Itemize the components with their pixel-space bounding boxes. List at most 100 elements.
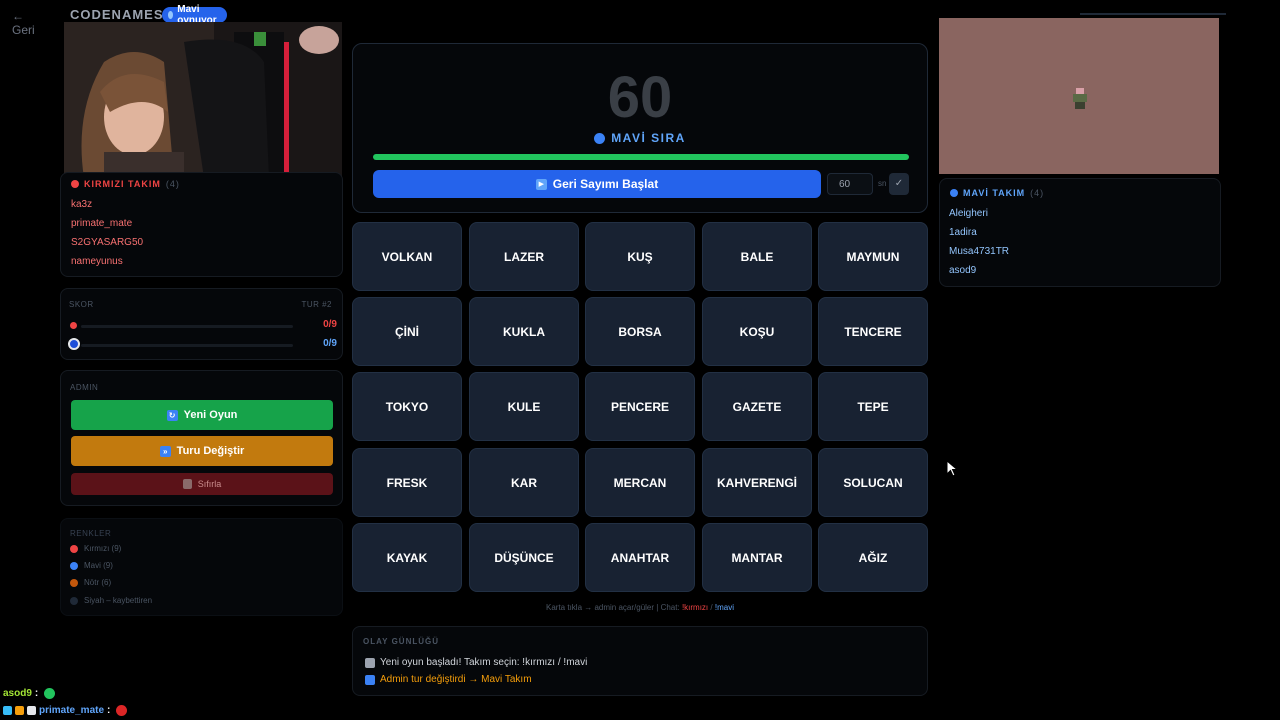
switch-turn-button[interactable]: » Turu Değiştir bbox=[71, 436, 333, 466]
hint-blue-command: !mavi bbox=[714, 603, 734, 612]
word-card[interactable]: TEPE bbox=[818, 372, 928, 441]
admin-panel: ADMIN ↻ Yeni Oyun » Turu Değiştir Sıfırl… bbox=[60, 370, 343, 506]
countdown-display: 60 bbox=[607, 65, 673, 130]
word-card[interactable]: FRESK bbox=[352, 448, 462, 517]
word-card[interactable]: KUŞ bbox=[585, 222, 695, 291]
instructions-hint: Karta tıkla → admin açar/güler | Chat: !… bbox=[352, 603, 928, 612]
red-team-header: KIRMIZI TAKIM (4) bbox=[71, 179, 180, 189]
top-right-divider bbox=[1080, 13, 1226, 15]
fast-forward-icon: » bbox=[159, 445, 171, 457]
seconds-unit: sn bbox=[878, 179, 887, 188]
blue-dot-icon bbox=[70, 561, 78, 570]
chat-message: primate_mate : bbox=[3, 705, 128, 716]
switch-turn-label: Turu Değiştir bbox=[176, 445, 245, 457]
word-card[interactable]: KUKLA bbox=[469, 297, 579, 366]
turn-indicator-label: MAVİ SIRA bbox=[611, 131, 686, 145]
team-member: S2GYASARG50 bbox=[71, 237, 144, 248]
team-member: Musa4731TR bbox=[949, 246, 1010, 257]
word-card[interactable]: AĞIZ bbox=[818, 523, 928, 592]
badge-icon bbox=[27, 706, 36, 715]
word-card[interactable]: PENCERE bbox=[585, 372, 695, 441]
log-entry-text: Yeni oyun başladı! Takım seçin: !kırmızı… bbox=[380, 657, 588, 668]
red-team-title: KIRMIZI TAKIM bbox=[84, 179, 161, 189]
timer-panel: 60 MAVİ SIRA ▶ Geri Sayımı Başlat sn ✓ bbox=[352, 43, 928, 213]
word-card[interactable]: MERCAN bbox=[585, 448, 695, 517]
badge-icon bbox=[3, 706, 12, 715]
red-team-members: ka3z primate_mate S2GYASARG50 nameyunus bbox=[71, 195, 143, 271]
chat-message: asod9 : bbox=[3, 688, 56, 699]
hint-text: Karta tıkla → admin açar/güler | Chat: bbox=[546, 603, 680, 612]
word-card[interactable]: VOLKAN bbox=[352, 222, 462, 291]
word-card[interactable]: MANTAR bbox=[702, 523, 812, 592]
word-card[interactable]: TOKYO bbox=[352, 372, 462, 441]
refresh-icon: ↻ bbox=[166, 409, 178, 421]
new-game-button[interactable]: ↻ Yeni Oyun bbox=[71, 400, 333, 430]
log-entry: Yeni oyun başladı! Takım seçin: !kırmızı… bbox=[365, 657, 587, 668]
badge-icon bbox=[15, 706, 24, 715]
word-card[interactable]: GAZETE bbox=[702, 372, 812, 441]
word-card[interactable]: KAHVERENGİ bbox=[702, 448, 812, 517]
team-member: Aleigheri bbox=[949, 208, 988, 219]
word-card[interactable]: ÇİNİ bbox=[352, 297, 462, 366]
blue-team-members: Aleigheri 1adira Musa4731TR asod9 bbox=[949, 204, 1009, 280]
team-member: nameyunus bbox=[71, 256, 123, 267]
color-legend-panel: RENKLER Kırmızı (9) Mavi (9) Nötr (6) Si… bbox=[60, 518, 343, 616]
legend-item-label: Nötr (6) bbox=[84, 578, 112, 587]
turn-indicator: MAVİ SIRA bbox=[353, 131, 927, 145]
mouse-cursor-icon bbox=[946, 460, 958, 477]
word-card[interactable]: LAZER bbox=[469, 222, 579, 291]
word-card[interactable]: KULE bbox=[469, 372, 579, 441]
hint-red-command: !kırmızı bbox=[681, 603, 709, 612]
blue-team-title: MAVİ TAKIM bbox=[963, 188, 1026, 198]
word-card[interactable]: MAYMUN bbox=[818, 222, 928, 291]
legend-label: RENKLER bbox=[70, 529, 112, 538]
legend-item-label: Mavi (9) bbox=[84, 561, 113, 570]
word-card[interactable]: BALE bbox=[702, 222, 812, 291]
blue-dot-icon bbox=[950, 189, 958, 197]
webcam-overlay-right bbox=[939, 18, 1219, 174]
word-card[interactable]: TENCERE bbox=[818, 297, 928, 366]
log-entry-text: Admin tur değiştirdi → Mavi Takım bbox=[380, 674, 532, 685]
countdown-progress-bar bbox=[373, 154, 909, 160]
hint-separator: / bbox=[710, 603, 713, 612]
word-card[interactable]: ANAHTAR bbox=[585, 523, 695, 592]
word-card[interactable]: KAR bbox=[469, 448, 579, 517]
red-score-bar bbox=[81, 325, 293, 328]
red-score-value: 0/9 bbox=[323, 319, 337, 330]
chat-username: asod9 bbox=[3, 688, 32, 699]
start-countdown-button[interactable]: ▶ Geri Sayımı Başlat bbox=[373, 170, 821, 198]
blue-team-header: MAVİ TAKIM (4) bbox=[950, 188, 1044, 198]
play-icon: ▶ bbox=[535, 178, 547, 190]
red-dot-icon bbox=[71, 180, 79, 188]
character-sprite-icon bbox=[1073, 88, 1087, 109]
legend-item-neutral: Nötr (6) bbox=[70, 578, 111, 587]
round-label: TUR #2 bbox=[301, 300, 332, 309]
back-link[interactable]: ← Geri bbox=[12, 9, 35, 37]
word-card[interactable]: KAYAK bbox=[352, 523, 462, 592]
blue-team-panel: MAVİ TAKIM (4) Aleigheri 1adira Musa4731… bbox=[939, 178, 1221, 287]
confirm-seconds-button[interactable]: ✓ bbox=[889, 173, 909, 195]
word-card[interactable]: BORSA bbox=[585, 297, 695, 366]
turn-status-badge: Mavi oynuyor bbox=[162, 4, 228, 26]
blue-dot-icon bbox=[168, 11, 174, 19]
blue-score-value: 0/9 bbox=[323, 338, 337, 349]
team-member: primate_mate bbox=[71, 218, 133, 229]
legend-item-red: Kırmızı (9) bbox=[70, 544, 121, 553]
orange-dot-icon bbox=[70, 578, 78, 587]
word-card[interactable]: SOLUCAN bbox=[818, 448, 928, 517]
word-card[interactable]: DÜŞÜNCE bbox=[469, 523, 579, 592]
admin-label: ADMIN bbox=[70, 383, 99, 392]
red-score-row: 0/9 bbox=[69, 319, 337, 333]
team-member: ka3z bbox=[71, 199, 93, 210]
word-card[interactable]: KOŞU bbox=[702, 297, 812, 366]
seconds-input[interactable] bbox=[827, 173, 873, 195]
black-dot-icon bbox=[70, 596, 78, 605]
legend-item-label: Siyah – kaybettiren bbox=[84, 596, 153, 605]
event-log-label: OLAY GÜNLÜĞÜ bbox=[363, 637, 440, 646]
blue-score-row: 0/9 bbox=[68, 338, 337, 352]
team-member: asod9 bbox=[949, 265, 977, 276]
score-panel: SKOR TUR #2 0/9 0/9 bbox=[60, 288, 343, 360]
team-member: 1adira bbox=[949, 227, 977, 238]
reset-button[interactable]: Sıfırla bbox=[71, 473, 333, 495]
event-log-panel: OLAY GÜNLÜĞÜ Yeni oyun başladı! Takım se… bbox=[352, 626, 928, 696]
